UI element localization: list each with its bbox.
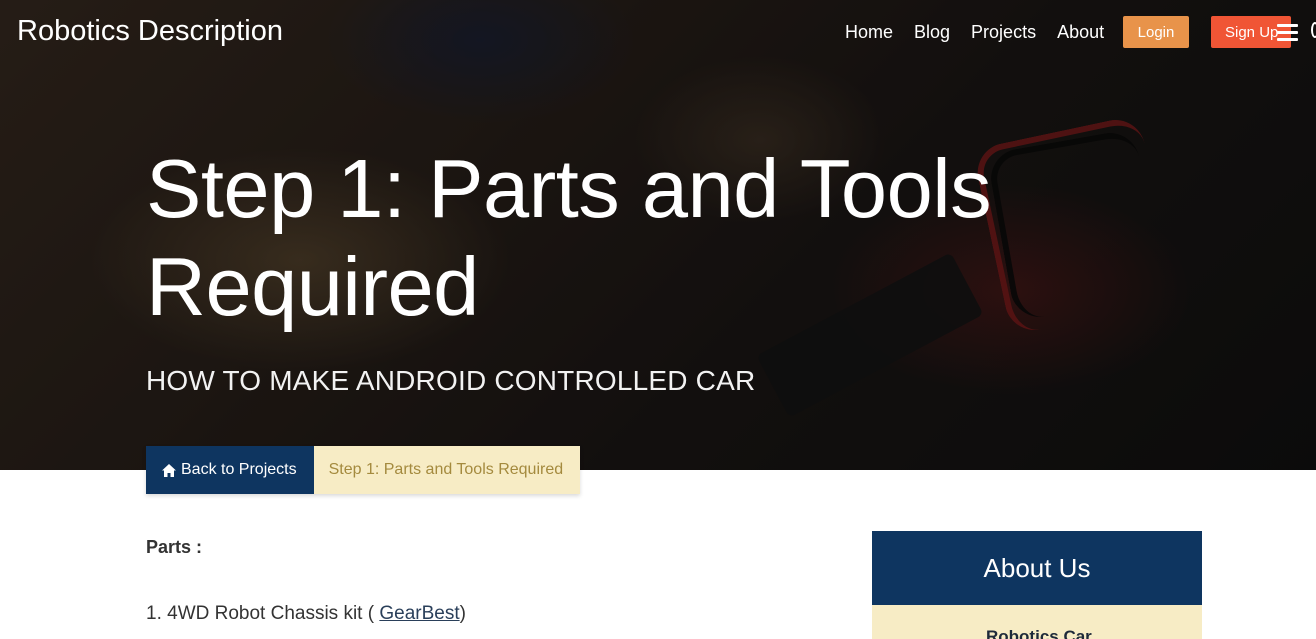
nav-link-projects[interactable]: Projects	[971, 22, 1036, 43]
sidebar-item-robotics-car[interactable]: Robotics Car	[986, 627, 1092, 639]
about-us-heading: About Us	[872, 531, 1202, 605]
breadcrumb-current: Step 1: Parts and Tools Required	[313, 446, 581, 494]
nav-link-home[interactable]: Home	[845, 22, 893, 43]
partial-icon	[1311, 22, 1316, 38]
part-item-text: 1. 4WD Robot Chassis kit (	[146, 603, 380, 624]
navbar: Robotics Description Home Blog Projects …	[0, 0, 1316, 66]
nav-link-about[interactable]: About	[1057, 22, 1104, 43]
hero-banner: Robotics Description Home Blog Projects …	[0, 0, 1316, 470]
menu-icon[interactable]	[1277, 24, 1298, 42]
back-to-projects-button[interactable]: Back to Projects	[146, 446, 314, 494]
about-us-body: Robotics Car	[872, 605, 1202, 639]
list-item: 1. 4WD Robot Chassis kit ( GearBest)	[146, 603, 466, 625]
login-button[interactable]: Login	[1123, 16, 1189, 48]
nav-link-blog[interactable]: Blog	[914, 22, 950, 43]
brand-logo[interactable]: Robotics Description	[17, 15, 283, 48]
nav-links: Home Blog Projects About	[845, 22, 1125, 43]
page-title: Step 1: Parts and Tools Required	[146, 142, 992, 333]
brand-name-bold: Robotics	[17, 15, 130, 47]
breadcrumb: Back to Projects Step 1: Parts and Tools…	[146, 446, 581, 494]
home-icon	[162, 463, 176, 477]
brand-name-light: Description	[137, 15, 283, 47]
part-item-suffix: )	[459, 603, 466, 624]
about-us-panel: About Us Robotics Car	[872, 531, 1202, 639]
parts-heading: Parts :	[146, 537, 203, 557]
gearbest-link[interactable]: GearBest	[379, 603, 459, 624]
page-subtitle: HOW TO MAKE ANDROID CONTROLLED CAR	[146, 365, 756, 396]
back-to-projects-label: Back to Projects	[181, 461, 297, 478]
